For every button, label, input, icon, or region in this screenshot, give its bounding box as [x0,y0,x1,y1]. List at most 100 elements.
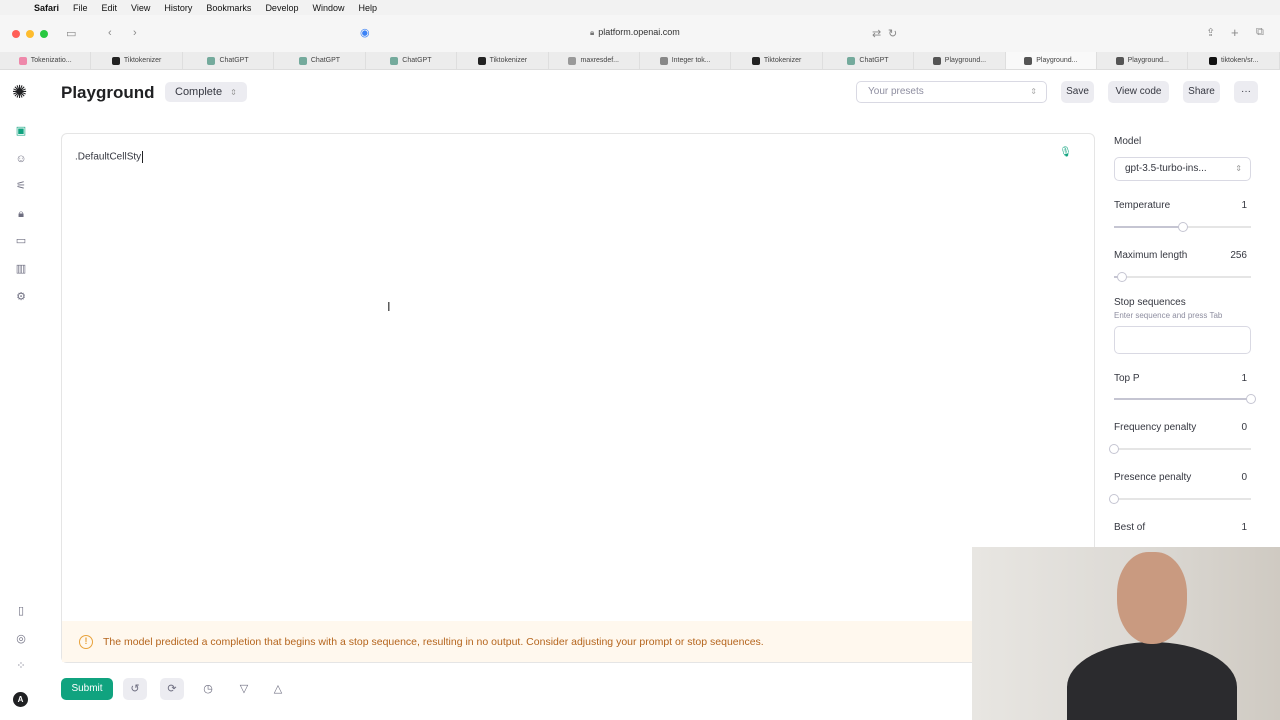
mode-selector[interactable]: Complete ⇕ [165,82,247,102]
chevron-updown-icon: ⇕ [1235,164,1242,173]
top-p-value[interactable]: 1 [1207,373,1247,384]
translate-icon[interactable]: ⇄ [872,27,881,40]
browser-tab[interactable]: ChatGPT [366,52,458,69]
presence-penalty-value[interactable]: 0 [1207,472,1247,483]
tab-label: Playground... [1127,57,1169,64]
share-button[interactable]: Share [1183,81,1220,103]
submit-button[interactable]: Submit [61,678,113,700]
top-p-slider[interactable] [1114,394,1256,404]
tab-favicon-icon [751,56,760,65]
slider-knob[interactable] [1117,272,1128,282]
menu-safari[interactable]: Safari [34,3,59,13]
menu-edit[interactable]: Edit [102,3,118,13]
password-manager-icon[interactable]: ◉ [360,26,370,39]
browser-tab[interactable]: Tiktokenizer [457,52,549,69]
tab-label: ChatGPT [310,57,341,64]
frequency-penalty-slider[interactable] [1109,444,1251,454]
playground-nav-icon[interactable]: ▣ [15,125,27,137]
api-keys-nav-icon[interactable]: 🔒︎ [15,208,27,220]
zoom-window-button[interactable] [40,29,48,38]
browser-tab-active[interactable]: Playground... [1005,52,1098,69]
undo-icon[interactable]: ↺ [123,678,147,700]
macos-menu-bar: Safari File Edit View History Bookmarks … [0,0,1280,15]
stop-sequences-input[interactable] [1114,326,1251,354]
model-select[interactable]: gpt-3.5-turbo-ins... ⇕ [1114,157,1251,181]
tab-overview-icon[interactable]: ⧉ [1256,26,1264,39]
browser-tab[interactable]: ChatGPT [823,52,915,69]
slider-knob[interactable] [1109,494,1119,504]
back-icon[interactable]: ‹ [108,27,112,39]
forward-icon[interactable]: › [133,27,137,39]
browser-tab[interactable]: Tiktokenizer [91,52,183,69]
temperature-slider[interactable] [1114,222,1251,232]
tab-label: maxresdef... [580,57,619,64]
slider-knob[interactable] [1109,444,1119,454]
regenerate-icon[interactable]: ⟳ [160,678,184,700]
browser-tab[interactable]: tiktoken/sr... [1188,52,1280,69]
history-icon[interactable]: ◷ [196,678,220,700]
temperature-value[interactable]: 1 [1207,200,1247,211]
prompt-text[interactable]: .DefaultCellSty [75,151,144,163]
presence-penalty-slider[interactable] [1109,494,1251,504]
browser-tab[interactable]: Playground... [914,52,1006,69]
prompt-editor[interactable]: .DefaultCellSty 🎙︎ [61,133,1095,663]
tab-label: ChatGPT [402,57,432,64]
share-icon[interactable]: ⇪ [1206,26,1215,39]
tab-favicon-icon [390,56,399,65]
slider-fill [1114,226,1183,228]
tab-label: Playground... [944,57,987,64]
slider-knob[interactable] [1177,222,1188,232]
new-tab-icon[interactable]: + [1231,25,1239,40]
apps-nav-icon[interactable]: ⁘ [15,660,27,672]
mode-label: Complete [175,86,223,98]
best-of-value[interactable]: 1 [1207,522,1247,533]
minimize-window-button[interactable] [26,29,34,38]
frequency-penalty-value[interactable]: 0 [1207,422,1247,433]
browser-tab[interactable]: maxresdef... [549,52,640,69]
presets-select[interactable]: Your presets ⇕ [856,81,1047,103]
browser-tab[interactable]: ChatGPT [183,52,275,69]
more-options-button[interactable]: ··· [1234,81,1258,103]
documentation-nav-icon[interactable]: ▯ [15,605,27,617]
tab-label: Tiktokenizer [763,57,802,64]
files-nav-icon[interactable]: ▭ [15,235,27,247]
browser-tab[interactable]: Playground... [1097,52,1189,69]
tab-bar: Tokenizatio... Tiktokenizer ChatGPT Chat… [0,52,1280,70]
usage-nav-icon[interactable]: ▥ [15,263,27,275]
warning-text: The model predicted a completion that be… [103,635,764,648]
browser-tab[interactable]: Tiktokenizer [731,52,823,69]
save-button[interactable]: Save [1061,81,1094,103]
model-value: gpt-3.5-turbo-ins... [1125,163,1207,174]
reload-icon[interactable]: ↻ [888,27,897,40]
menu-view[interactable]: View [131,3,150,13]
microphone-icon[interactable]: 🎙︎ [1059,147,1072,158]
help-nav-icon[interactable]: ◎ [15,633,27,645]
menu-bookmarks[interactable]: Bookmarks [206,3,251,13]
browser-tab[interactable]: ChatGPT [274,52,366,69]
webcam-overlay [972,547,1280,720]
tab-label: ChatGPT [859,57,889,64]
menu-history[interactable]: History [164,3,192,13]
fine-tuning-nav-icon[interactable]: ⚟ [15,180,27,192]
browser-tab[interactable]: Integer tok... [640,52,732,69]
max-length-label: Maximum length [1114,250,1188,261]
thumbs-down-icon[interactable]: ▽ [232,678,256,700]
slider-knob[interactable] [1246,394,1256,404]
max-length-slider[interactable] [1114,272,1251,282]
menu-window[interactable]: Window [312,3,344,13]
sidebar-toggle-icon[interactable]: ▭ [66,27,76,40]
settings-nav-icon[interactable]: ⚙ [15,291,27,303]
thumbs-up-icon[interactable]: △ [266,678,290,700]
browser-tab[interactable]: Tokenizatio... [0,52,92,69]
max-length-value[interactable]: 256 [1207,250,1247,261]
menu-develop[interactable]: Develop [265,3,298,13]
view-code-button[interactable]: View code [1108,81,1169,103]
close-window-button[interactable] [12,29,20,38]
avatar[interactable]: A [13,692,28,707]
address-bar[interactable]: 🔒︎ platform.openai.com [590,27,680,38]
assistants-nav-icon[interactable]: ☺ [15,153,27,165]
menu-help[interactable]: Help [358,3,377,13]
openai-logo-icon[interactable]: ✺ [12,82,27,103]
tab-favicon-icon [111,56,120,65]
menu-file[interactable]: File [73,3,88,13]
